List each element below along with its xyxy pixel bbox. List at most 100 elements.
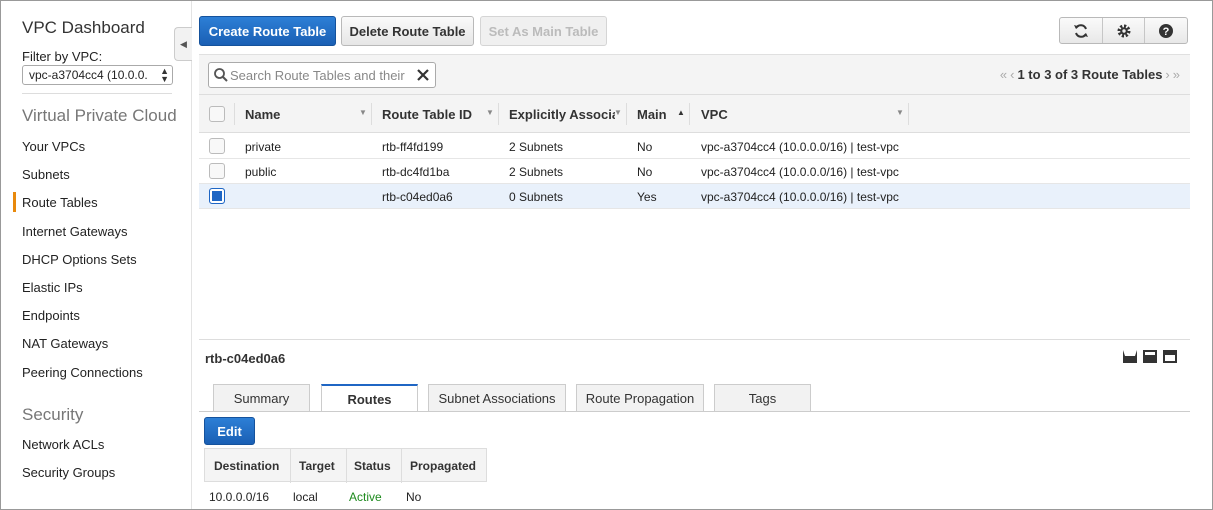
cell-route-table-id: rtb-dc4fd1ba [382, 165, 450, 179]
column-header-main[interactable]: Main [637, 107, 667, 122]
sidebar-item-nat-gateways[interactable]: NAT Gateways [22, 336, 108, 351]
select-all-checkbox[interactable] [209, 106, 225, 122]
pane-minimize-icon[interactable] [1123, 350, 1137, 363]
cell-vpc: vpc-a3704cc4 (10.0.0.0/16) | test-vpc [701, 165, 899, 179]
column-separator [234, 103, 235, 125]
sidebar-item-dhcp-options-sets[interactable]: DHCP Options Sets [22, 252, 137, 267]
sidebar-divider [22, 93, 172, 94]
column-separator [626, 103, 627, 125]
cell-route-table-id: rtb-ff4fd199 [382, 140, 444, 154]
table-row[interactable]: public rtb-dc4fd1ba 2 Subnets No vpc-a37… [199, 159, 1190, 184]
select-arrows-icon: ▲ ▼ [160, 66, 169, 84]
tab-route-propagation[interactable]: Route Propagation [576, 384, 704, 411]
row-checkbox-checked[interactable] [209, 188, 225, 204]
routes-column-destination: Destination [214, 459, 280, 473]
routes-column-propagated: Propagated [410, 459, 477, 473]
first-page-icon[interactable]: « [1000, 67, 1007, 82]
help-button[interactable]: ? [1145, 18, 1187, 43]
tab-tags[interactable]: Tags [714, 384, 811, 411]
cell-explicit-association: 2 Subnets [509, 140, 564, 154]
pagination: « ‹ 1 to 3 of 3 Route Tables › » [1000, 67, 1180, 82]
routes-column-target: Target [299, 459, 335, 473]
detail-pane-divider[interactable] [199, 339, 1190, 340]
create-route-table-button[interactable]: Create Route Table [199, 16, 336, 46]
gear-icon [1117, 24, 1130, 37]
row-checkbox[interactable] [209, 138, 225, 154]
tab-summary[interactable]: Summary [213, 384, 310, 411]
sort-caret-icon[interactable]: ▼ [896, 108, 904, 117]
filter-label: Filter by VPC: [22, 49, 103, 64]
refresh-icon [1073, 23, 1088, 38]
column-header-name[interactable]: Name [245, 107, 280, 122]
route-target: local [293, 490, 318, 504]
last-page-icon[interactable]: » [1173, 67, 1180, 82]
column-header-route-table-id[interactable]: Route Table ID [382, 107, 472, 122]
search-icon [214, 68, 228, 82]
tab-subnet-associations[interactable]: Subnet Associations [428, 384, 566, 411]
sidebar-item-route-tables[interactable]: Route Tables [13, 192, 98, 212]
row-checkbox[interactable] [209, 163, 225, 179]
cell-vpc: vpc-a3704cc4 (10.0.0.0/16) | test-vpc [701, 140, 899, 154]
cell-main: No [637, 165, 653, 179]
cell-vpc: vpc-a3704cc4 (10.0.0.0/16) | test-vpc [701, 190, 899, 204]
section-virtual-private-cloud: Virtual Private Cloud [22, 106, 177, 125]
detail-title: rtb-c04ed0a6 [205, 351, 286, 366]
prev-page-icon[interactable]: ‹ [1010, 67, 1014, 82]
search-bar: « ‹ 1 to 3 of 3 Route Tables › » [199, 54, 1190, 94]
sidebar-item-internet-gateways[interactable]: Internet Gateways [22, 224, 128, 239]
edit-routes-button[interactable]: Edit [204, 417, 255, 445]
vpc-filter-select[interactable]: vpc-a3704cc4 (10.0.0. ▲ ▼ [22, 65, 173, 85]
sidebar-item-elastic-ips[interactable]: Elastic IPs [22, 280, 83, 295]
app-window: VPC Dashboard Filter by VPC: vpc-a3704cc… [0, 0, 1213, 510]
pane-maximize-icon[interactable] [1163, 350, 1177, 363]
cell-route-table-id: rtb-c04ed0a6 [382, 190, 453, 204]
column-header-vpc[interactable]: VPC [701, 107, 728, 122]
table-row-selected[interactable]: rtb-c04ed0a6 0 Subnets Yes vpc-a3704cc4 … [199, 184, 1190, 209]
sort-caret-icon[interactable]: ▼ [486, 108, 494, 117]
sidebar-item-security-groups[interactable]: Security Groups [22, 465, 115, 480]
search-box [208, 62, 436, 88]
column-separator [346, 449, 347, 483]
routes-table-header: Destination Target Status Propagated [204, 448, 487, 483]
route-status: Active [349, 490, 382, 504]
search-input[interactable] [230, 66, 412, 84]
sidebar-item-peering-connections[interactable]: Peering Connections [22, 365, 143, 380]
help-icon: ? [1159, 23, 1174, 38]
cell-name: public [245, 165, 277, 179]
pane-split-icon[interactable] [1143, 350, 1157, 363]
pane-layout-controls [1123, 350, 1177, 363]
column-separator [290, 449, 291, 483]
sidebar: VPC Dashboard Filter by VPC: vpc-a3704cc… [1, 1, 192, 509]
sort-caret-icon[interactable]: ▼ [614, 108, 622, 117]
cell-main: No [637, 140, 653, 154]
next-page-icon[interactable]: › [1165, 67, 1169, 82]
column-separator [908, 103, 909, 125]
table-header: Name ▼ Route Table ID ▼ Explicitly Assoc… [199, 94, 1190, 133]
column-separator [371, 103, 372, 125]
cell-name: private [245, 140, 282, 154]
table-row[interactable]: private rtb-ff4fd199 2 Subnets No vpc-a3… [199, 134, 1190, 159]
sidebar-title[interactable]: VPC Dashboard [22, 18, 145, 38]
pagination-text: 1 to 3 of 3 Route Tables [1017, 67, 1163, 82]
toolbar-icon-group: ? [1059, 17, 1188, 44]
delete-route-table-button[interactable]: Delete Route Table [341, 16, 474, 46]
clear-icon[interactable] [416, 68, 430, 82]
refresh-button[interactable] [1060, 18, 1103, 43]
cell-explicit-association: 0 Subnets [509, 190, 564, 204]
svg-text:?: ? [1163, 26, 1170, 38]
collapse-sidebar-button[interactable]: ◀ [174, 27, 192, 61]
sort-ascending-icon[interactable]: ▲ [677, 108, 685, 117]
sidebar-item-your-vpcs[interactable]: Your VPCs [22, 139, 85, 154]
section-security: Security [22, 405, 84, 424]
route-destination: 10.0.0.0/16 [209, 490, 270, 504]
sidebar-item-subnets[interactable]: Subnets [22, 167, 70, 182]
sidebar-item-endpoints[interactable]: Endpoints [22, 308, 80, 323]
routes-column-status: Status [354, 459, 391, 473]
cell-main: Yes [637, 190, 657, 204]
sidebar-item-network-acls[interactable]: Network ACLs [22, 437, 104, 452]
settings-button[interactable] [1103, 18, 1146, 43]
set-as-main-table-button[interactable]: Set As Main Table [480, 16, 607, 46]
column-header-explicitly-associated[interactable]: Explicitly Associat [509, 107, 615, 122]
sort-caret-icon[interactable]: ▼ [359, 108, 367, 117]
tab-routes[interactable]: Routes [321, 384, 418, 412]
